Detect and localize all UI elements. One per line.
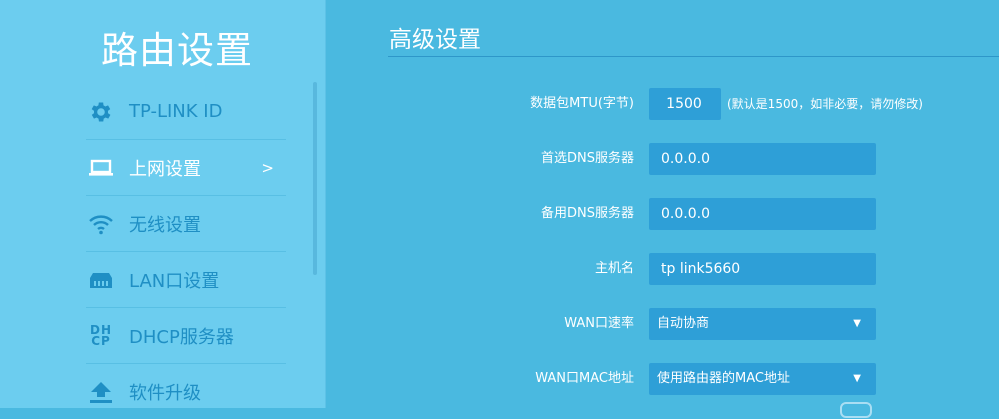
dhcp-icon-text-bottom: CP <box>91 333 111 348</box>
hostname-input[interactable] <box>649 253 876 285</box>
gear-icon <box>86 97 116 127</box>
secondary-dns-input[interactable] <box>649 198 876 230</box>
sidebar-item-label: 软件升级 <box>129 382 201 404</box>
sidebar-item-dhcp[interactable]: DH CP DHCP服务器 <box>86 308 286 364</box>
sidebar-item-label: DHCP服务器 <box>129 326 234 348</box>
hostname-label: 主机名 <box>594 261 634 276</box>
secondary-dns-label: 备用DNS服务器 <box>541 206 634 221</box>
wan-mac-row: WAN口MAC地址 使用路由器的MAC地址 ▼ <box>325 363 999 395</box>
main-content: 高级设置 数据包MTU(字节) (默认是1500，如非必要，请勿修改) 首选DN… <box>325 0 999 418</box>
sidebar-nav: TP-LINK ID 上网设置 > 无线设置 LAN口设置 DH CP DHCP… <box>86 84 286 419</box>
sidebar-item-wireless[interactable]: 无线设置 <box>86 196 286 252</box>
primary-dns-input[interactable] <box>649 143 876 175</box>
sidebar-item-label: 无线设置 <box>129 214 201 236</box>
mtu-input[interactable] <box>649 88 721 120</box>
caret-down-icon: ▼ <box>853 373 861 384</box>
caret-down-icon: ▼ <box>853 318 861 329</box>
sidebar-item-label: TP-LINK ID <box>129 101 223 122</box>
wan-mac-label: WAN口MAC地址 <box>535 371 634 386</box>
toggle-switch[interactable] <box>840 402 872 418</box>
hostname-row: 主机名 <box>325 253 999 285</box>
chevron-right-icon: > <box>261 158 274 177</box>
secondary-dns-row: 备用DNS服务器 <box>325 198 999 230</box>
wan-speed-row: WAN口速率 自动协商 ▼ <box>325 308 999 340</box>
dhcp-icon: DH CP <box>86 321 116 351</box>
wan-mac-value: 使用路由器的MAC地址 <box>657 371 790 386</box>
sidebar-item-internet[interactable]: 上网设置 > <box>86 140 286 196</box>
laptop-icon <box>86 153 116 183</box>
sidebar-item-label: LAN口设置 <box>129 270 220 292</box>
lan-port-icon <box>86 265 116 295</box>
mtu-label: 数据包MTU(字节) <box>530 96 634 111</box>
wifi-icon <box>86 209 116 239</box>
sidebar-title: 路由设置 <box>101 29 253 72</box>
wan-speed-select[interactable]: 自动协商 ▼ <box>649 308 876 340</box>
title-divider <box>388 56 999 57</box>
sidebar-item-lan[interactable]: LAN口设置 <box>86 252 286 308</box>
wan-speed-label: WAN口速率 <box>564 316 634 331</box>
wan-speed-value: 自动协商 <box>657 316 710 331</box>
sidebar-item-label: 上网设置 <box>129 158 201 180</box>
sidebar-item-firmware[interactable]: 软件升级 <box>86 364 286 419</box>
wan-mac-select[interactable]: 使用路由器的MAC地址 ▼ <box>649 363 876 395</box>
sidebar-scrollbar[interactable] <box>313 82 317 275</box>
page-title: 高级设置 <box>389 27 481 53</box>
primary-dns-row: 首选DNS服务器 <box>325 143 999 175</box>
upload-icon <box>86 377 116 407</box>
sidebar: 路由设置 TP-LINK ID 上网设置 > 无线设置 LAN口设置 DH CP… <box>0 0 326 408</box>
primary-dns-label: 首选DNS服务器 <box>541 151 634 166</box>
mtu-hint: (默认是1500，如非必要，请勿修改) <box>727 97 923 111</box>
sidebar-item-tplink-id[interactable]: TP-LINK ID <box>86 84 286 140</box>
mtu-row: 数据包MTU(字节) (默认是1500，如非必要，请勿修改) <box>325 88 999 120</box>
